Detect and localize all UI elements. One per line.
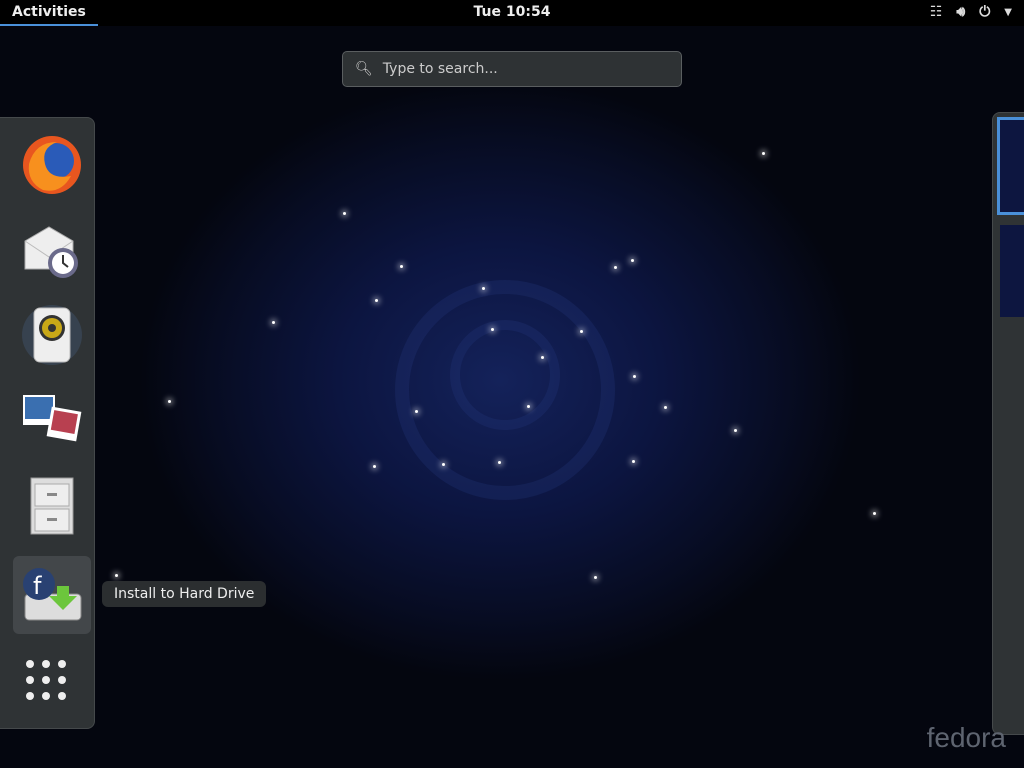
chevron-down-icon: ▼ [1004,6,1012,18]
speaker-icon [22,305,82,365]
dash-app-files[interactable] [13,466,91,544]
star [400,265,403,268]
star [541,356,544,359]
volume-icon: 🔊︎ [956,4,966,20]
wallpaper-spiral-inner [450,320,560,430]
star [373,465,376,468]
file-cabinet-icon [30,477,74,535]
network-icon: ☷ [929,4,943,20]
star [343,212,346,215]
dash-app-install-to-hard-drive[interactable]: f [13,556,91,634]
workspace-thumbnail-1[interactable] [997,117,1024,215]
star [762,152,765,155]
workspace-thumbnail-2[interactable] [1000,225,1024,317]
star [498,461,501,464]
star [415,410,418,413]
fedora-install-icon: f [23,568,82,621]
top-bar: Activities Tue 10:54 ☷ 🔊︎ ⏻ ▼ [0,0,1024,26]
photos-icon [23,395,82,442]
dash-app-shotwell[interactable] [13,381,91,459]
clock[interactable]: Tue 10:54 [474,4,551,20]
star [580,330,583,333]
star [631,259,634,262]
dash-app-firefox[interactable] [13,126,91,204]
star [442,463,445,466]
fedora-watermark: fedora [926,722,1006,753]
dash-app-rhythmbox[interactable] [13,296,91,374]
star [115,574,118,577]
system-tray[interactable]: ☷ 🔊︎ ⏻ ▼ [930,4,1012,20]
svg-text:f: f [33,572,42,600]
star [633,375,636,378]
star [491,328,494,331]
firefox-icon [23,136,81,194]
star [375,299,378,302]
search-placeholder: Type to search... [382,61,498,77]
search-input[interactable]: 🔍︎ Type to search... [342,51,682,87]
star [664,406,667,409]
star [873,512,876,515]
app-tooltip: Install to Hard Drive [102,581,267,607]
star [734,429,737,432]
star [594,576,597,579]
show-applications-button[interactable] [26,660,66,700]
star [482,287,485,290]
search-icon: 🔍︎ [355,61,373,77]
power-icon: ⏻ [979,4,991,20]
star [614,266,617,269]
dash-app-evolution[interactable] [13,211,91,289]
star [632,460,635,463]
star [272,321,275,324]
mail-clock-icon [24,226,78,278]
activities-button[interactable]: Activities [0,0,98,26]
star [527,405,530,408]
star [168,400,171,403]
